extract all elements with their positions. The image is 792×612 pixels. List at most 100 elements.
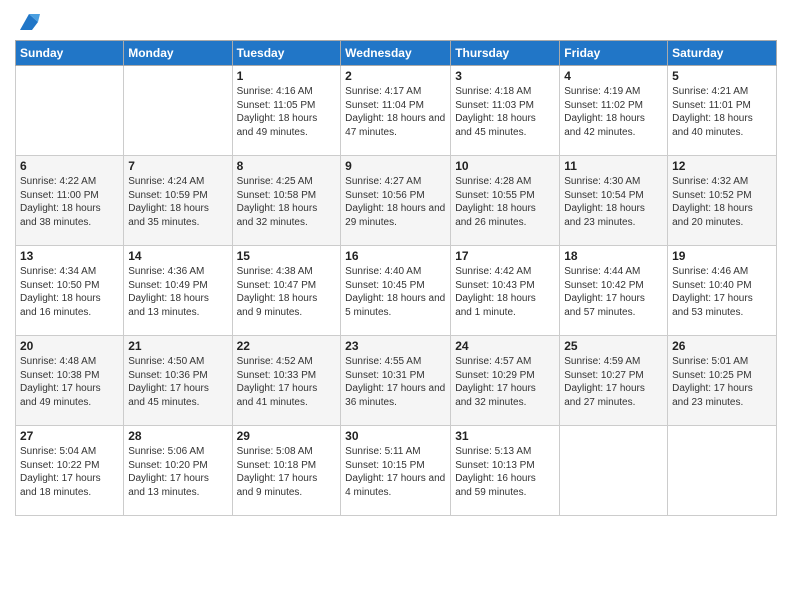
calendar-cell: 28 Sunrise: 5:06 AM Sunset: 10:20 PM Dayl…: [124, 426, 232, 516]
calendar-cell: 25 Sunrise: 4:59 AM Sunset: 10:27 PM Dayl…: [560, 336, 668, 426]
day-number: 11: [564, 159, 663, 173]
calendar-cell: 10Sunrise: 4:28 AM Sunset: 10:55 PM Dayl…: [451, 156, 560, 246]
day-info: Sunrise: 4:25 AM Sunset: 10:58 PM Daylig…: [237, 175, 337, 229]
day-info: Sunrise: 4:30 AM Sunset: 10:54 PM Daylig…: [564, 175, 663, 229]
day-number: 28: [128, 429, 227, 443]
day-number: 24: [455, 339, 555, 353]
calendar-header-wednesday: Wednesday: [341, 41, 451, 66]
calendar-header-saturday: Saturday: [668, 41, 777, 66]
calendar-cell: 13 Sunrise: 4:34 AM Sunset: 10:50 PM Dayl…: [16, 246, 124, 336]
day-number: 19: [672, 249, 772, 263]
day-info: Sunrise: 4:50 AM Sunset: 10:36 PM Daylig…: [128, 355, 227, 409]
calendar-cell: 1Sunrise: 4:16 AM Sunset: 11:05 PM Dayli…: [232, 66, 341, 156]
day-info: Sunrise: 4:42 AM Sunset: 10:43 PM Daylig…: [455, 265, 555, 319]
calendar-cell: 18Sunrise: 4:44 AM Sunset: 10:42 PM Dayl…: [560, 246, 668, 336]
day-number: 6: [20, 159, 119, 173]
calendar-cell: 21 Sunrise: 4:50 AM Sunset: 10:36 PM Dayl…: [124, 336, 232, 426]
calendar-header-sunday: Sunday: [16, 41, 124, 66]
calendar-cell: 9Sunrise: 4:27 AM Sunset: 10:56 PM Dayli…: [341, 156, 451, 246]
calendar-cell: 30Sunrise: 5:11 AM Sunset: 10:15 PM Dayl…: [341, 426, 451, 516]
day-info: Sunrise: 4:55 AM Sunset: 10:31 PM Daylig…: [345, 355, 446, 409]
day-number: 27: [20, 429, 119, 443]
day-number: 20: [20, 339, 119, 353]
calendar-cell: [560, 426, 668, 516]
calendar-cell: 4 Sunrise: 4:19 AM Sunset: 11:02 PM Dayli…: [560, 66, 668, 156]
day-number: 14: [128, 249, 227, 263]
day-info: Sunrise: 4:32 AM Sunset: 10:52 PM Daylig…: [672, 175, 772, 229]
calendar-cell: 26 Sunrise: 5:01 AM Sunset: 10:25 PM Dayl…: [668, 336, 777, 426]
day-number: 5: [672, 69, 772, 83]
day-number: 31: [455, 429, 555, 443]
day-info: Sunrise: 4:19 AM Sunset: 11:02 PM Daylig…: [564, 85, 663, 139]
calendar-week-row: 20 Sunrise: 4:48 AM Sunset: 10:38 PM Dayl…: [16, 336, 777, 426]
day-info: Sunrise: 5:06 AM Sunset: 10:20 PM Daylig…: [128, 445, 227, 499]
calendar-cell: 31 Sunrise: 5:13 AM Sunset: 10:13 PM Dayl…: [451, 426, 560, 516]
day-info: Sunrise: 4:48 AM Sunset: 10:38 PM Daylig…: [20, 355, 119, 409]
calendar-week-row: 6 Sunrise: 4:22 AM Sunset: 11:00 PM Dayli…: [16, 156, 777, 246]
day-info: Sunrise: 5:13 AM Sunset: 10:13 PM Daylig…: [455, 445, 555, 499]
day-number: 1: [237, 69, 337, 83]
day-info: Sunrise: 4:59 AM Sunset: 10:27 PM Daylig…: [564, 355, 663, 409]
calendar-cell: 12 Sunrise: 4:32 AM Sunset: 10:52 PM Dayl…: [668, 156, 777, 246]
calendar-cell: 14 Sunrise: 4:36 AM Sunset: 10:49 PM Dayl…: [124, 246, 232, 336]
calendar-cell: 8 Sunrise: 4:25 AM Sunset: 10:58 PM Dayli…: [232, 156, 341, 246]
calendar-week-row: 1Sunrise: 4:16 AM Sunset: 11:05 PM Dayli…: [16, 66, 777, 156]
calendar-cell: 27 Sunrise: 5:04 AM Sunset: 10:22 PM Dayl…: [16, 426, 124, 516]
day-number: 15: [237, 249, 337, 263]
day-number: 18: [564, 249, 663, 263]
day-info: Sunrise: 4:57 AM Sunset: 10:29 PM Daylig…: [455, 355, 555, 409]
calendar-cell: 6 Sunrise: 4:22 AM Sunset: 11:00 PM Dayli…: [16, 156, 124, 246]
calendar-week-row: 13 Sunrise: 4:34 AM Sunset: 10:50 PM Dayl…: [16, 246, 777, 336]
calendar-table: SundayMondayTuesdayWednesdayThursdayFrid…: [15, 40, 777, 516]
calendar-cell: 17 Sunrise: 4:42 AM Sunset: 10:43 PM Dayl…: [451, 246, 560, 336]
day-number: 13: [20, 249, 119, 263]
calendar-cell: 5 Sunrise: 4:21 AM Sunset: 11:01 PM Dayli…: [668, 66, 777, 156]
day-info: Sunrise: 4:34 AM Sunset: 10:50 PM Daylig…: [20, 265, 119, 319]
header: [15, 10, 777, 32]
logo-icon: [18, 10, 40, 32]
calendar-cell: 19 Sunrise: 4:46 AM Sunset: 10:40 PM Dayl…: [668, 246, 777, 336]
day-number: 25: [564, 339, 663, 353]
calendar-header-tuesday: Tuesday: [232, 41, 341, 66]
day-number: 21: [128, 339, 227, 353]
calendar-cell: 22 Sunrise: 4:52 AM Sunset: 10:33 PM Dayl…: [232, 336, 341, 426]
day-number: 7: [128, 159, 227, 173]
day-info: Sunrise: 4:52 AM Sunset: 10:33 PM Daylig…: [237, 355, 337, 409]
calendar-cell: 29Sunrise: 5:08 AM Sunset: 10:18 PM Dayl…: [232, 426, 341, 516]
day-number: 12: [672, 159, 772, 173]
day-info: Sunrise: 5:01 AM Sunset: 10:25 PM Daylig…: [672, 355, 772, 409]
calendar-cell: 24 Sunrise: 4:57 AM Sunset: 10:29 PM Dayl…: [451, 336, 560, 426]
day-number: 8: [237, 159, 337, 173]
calendar-header-monday: Monday: [124, 41, 232, 66]
calendar-cell: [668, 426, 777, 516]
day-number: 30: [345, 429, 446, 443]
calendar-cell: 16Sunrise: 4:40 AM Sunset: 10:45 PM Dayl…: [341, 246, 451, 336]
day-info: Sunrise: 4:22 AM Sunset: 11:00 PM Daylig…: [20, 175, 119, 229]
day-info: Sunrise: 4:17 AM Sunset: 11:04 PM Daylig…: [345, 85, 446, 139]
day-info: Sunrise: 4:36 AM Sunset: 10:49 PM Daylig…: [128, 265, 227, 319]
calendar-cell: 2 Sunrise: 4:17 AM Sunset: 11:04 PM Dayli…: [341, 66, 451, 156]
day-number: 22: [237, 339, 337, 353]
calendar-cell: 3Sunrise: 4:18 AM Sunset: 11:03 PM Dayli…: [451, 66, 560, 156]
day-info: Sunrise: 5:04 AM Sunset: 10:22 PM Daylig…: [20, 445, 119, 499]
calendar-cell: [124, 66, 232, 156]
day-info: Sunrise: 4:18 AM Sunset: 11:03 PM Daylig…: [455, 85, 555, 139]
calendar-cell: [16, 66, 124, 156]
day-number: 2: [345, 69, 446, 83]
day-info: Sunrise: 4:46 AM Sunset: 10:40 PM Daylig…: [672, 265, 772, 319]
day-number: 26: [672, 339, 772, 353]
day-info: Sunrise: 4:38 AM Sunset: 10:47 PM Daylig…: [237, 265, 337, 319]
day-number: 4: [564, 69, 663, 83]
day-info: Sunrise: 4:40 AM Sunset: 10:45 PM Daylig…: [345, 265, 446, 319]
calendar-week-row: 27 Sunrise: 5:04 AM Sunset: 10:22 PM Dayl…: [16, 426, 777, 516]
day-info: Sunrise: 4:28 AM Sunset: 10:55 PM Daylig…: [455, 175, 555, 229]
day-number: 9: [345, 159, 446, 173]
page: SundayMondayTuesdayWednesdayThursdayFrid…: [0, 0, 792, 612]
day-info: Sunrise: 4:24 AM Sunset: 10:59 PM Daylig…: [128, 175, 227, 229]
calendar-cell: 7 Sunrise: 4:24 AM Sunset: 10:59 PM Dayli…: [124, 156, 232, 246]
day-number: 23: [345, 339, 446, 353]
calendar-cell: 15 Sunrise: 4:38 AM Sunset: 10:47 PM Dayl…: [232, 246, 341, 336]
day-number: 17: [455, 249, 555, 263]
day-number: 29: [237, 429, 337, 443]
day-info: Sunrise: 4:21 AM Sunset: 11:01 PM Daylig…: [672, 85, 772, 139]
